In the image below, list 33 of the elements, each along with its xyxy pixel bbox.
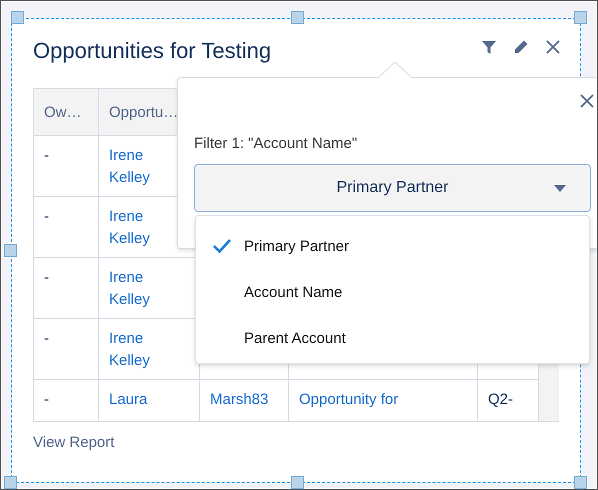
- resize-handle[interactable]: [291, 11, 304, 24]
- table-cell: -: [44, 330, 49, 347]
- table-cell: -: [44, 208, 49, 225]
- dropdown-option[interactable]: Parent Account: [196, 315, 589, 361]
- filter-icon[interactable]: [481, 39, 497, 55]
- card-title: Opportunities for Testing: [33, 38, 272, 63]
- table-cell: -: [44, 391, 49, 408]
- pencil-icon[interactable]: [513, 39, 529, 55]
- view-report-link[interactable]: View Report: [33, 434, 114, 451]
- table-link[interactable]: Marsh83: [210, 391, 268, 408]
- resize-handle[interactable]: [11, 11, 24, 24]
- column-header[interactable]: Ow…: [34, 89, 99, 135]
- table-cell: -: [44, 269, 49, 286]
- filter-label: Filter 1: "Account Name": [194, 135, 358, 152]
- resize-handle[interactable]: [574, 11, 587, 24]
- resize-handle[interactable]: [574, 476, 587, 489]
- dropdown-option[interactable]: Account Name: [196, 269, 589, 315]
- table-link[interactable]: Irene Kelley: [109, 267, 150, 311]
- table-cell: Q2-: [488, 391, 514, 408]
- filter-combobox[interactable]: Primary Partner: [194, 164, 591, 212]
- close-icon[interactable]: [580, 94, 594, 108]
- resize-handle[interactable]: [4, 476, 17, 489]
- table-link[interactable]: Laura: [109, 389, 148, 411]
- table-link[interactable]: Opportunity for: [299, 391, 398, 408]
- table-link[interactable]: Irene Kelley: [109, 206, 150, 250]
- caret-icon: [554, 185, 566, 193]
- resize-handle[interactable]: [291, 476, 304, 489]
- close-icon[interactable]: [546, 40, 560, 54]
- dropdown-option[interactable]: Primary Partner: [196, 223, 589, 269]
- table-link[interactable]: Irene Kelley: [109, 328, 150, 372]
- table-cell: -: [44, 147, 49, 164]
- table-link[interactable]: Irene Kelley: [109, 145, 150, 189]
- resize-handle[interactable]: [4, 244, 17, 257]
